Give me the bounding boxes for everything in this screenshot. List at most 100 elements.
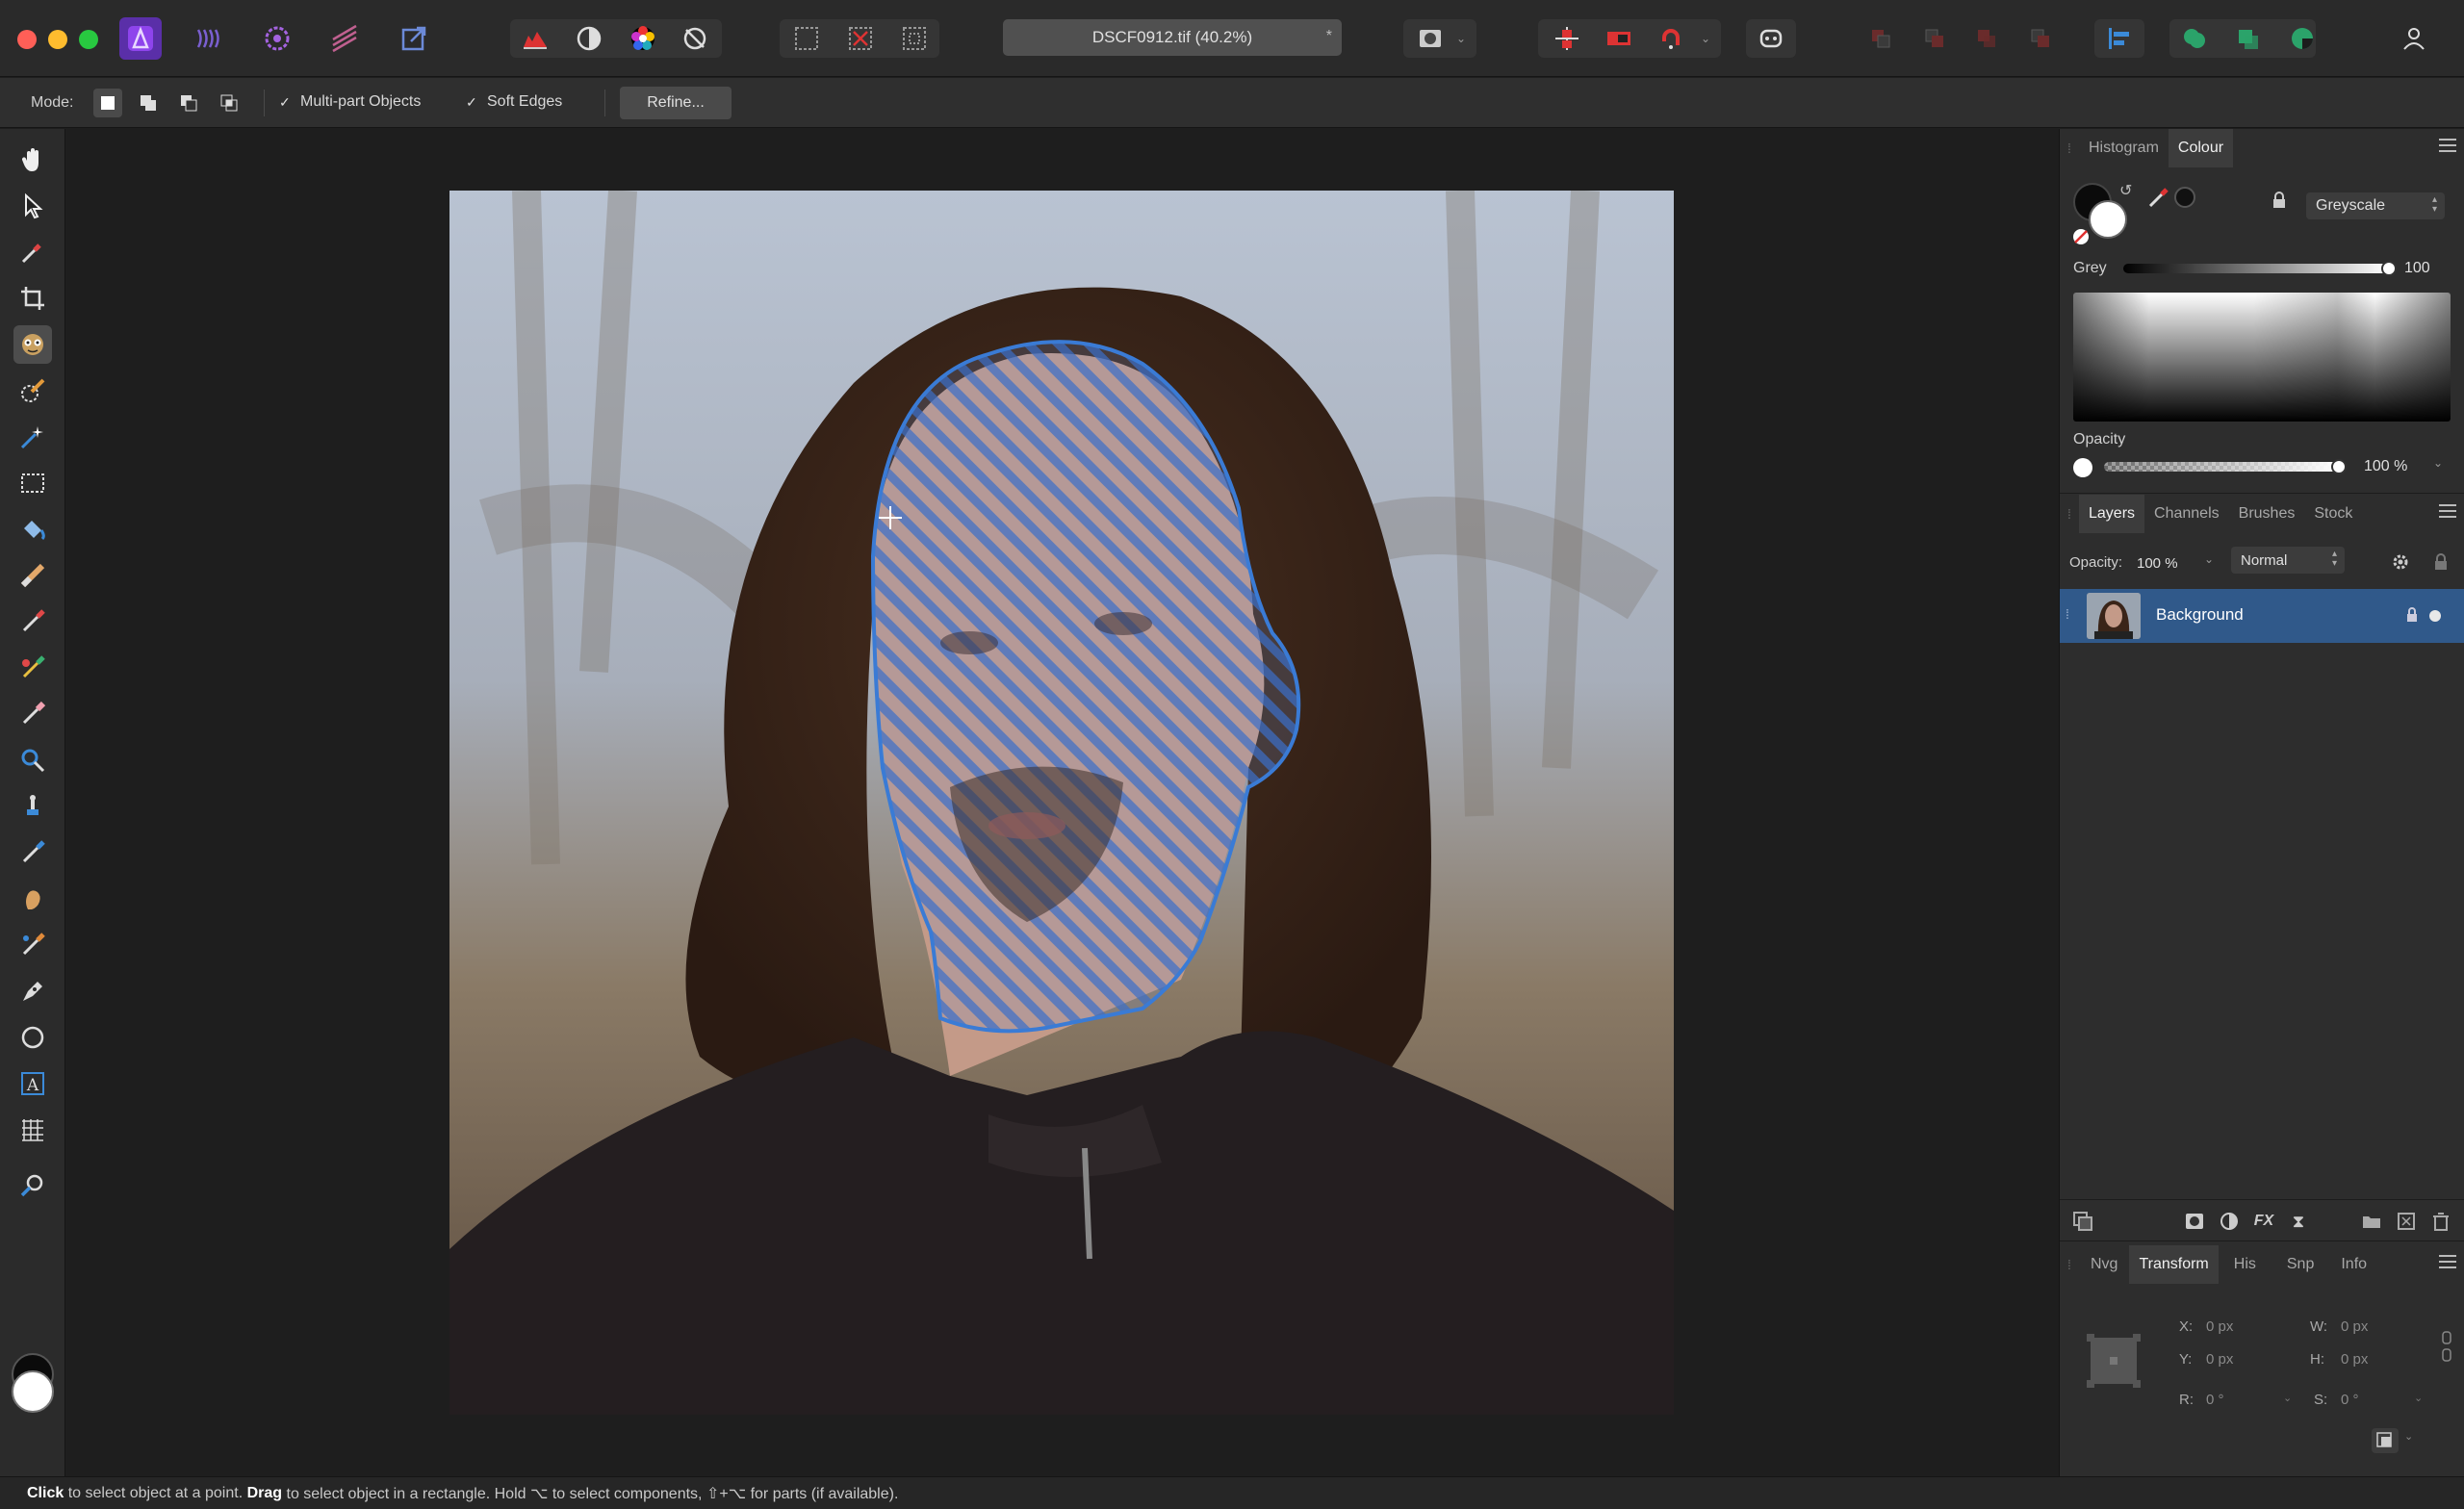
minimize-window-button[interactable] bbox=[48, 30, 67, 49]
pen-tool-icon[interactable] bbox=[13, 972, 52, 1010]
tab-navigator[interactable]: Nvg bbox=[2079, 1245, 2129, 1284]
swap-colours-icon[interactable]: ↺ bbox=[2119, 181, 2132, 200]
opacity-slider-knob[interactable] bbox=[2331, 459, 2347, 474]
layer-lock-icon[interactable] bbox=[2431, 552, 2451, 572]
artistic-text-tool-icon[interactable]: A bbox=[13, 1064, 52, 1103]
auto-white-balance-icon[interactable] bbox=[674, 17, 716, 60]
mode-new-icon[interactable] bbox=[93, 89, 122, 117]
colour-spectrum-box[interactable] bbox=[2073, 293, 2451, 422]
multipart-objects-checkbox[interactable]: ✓ Multi-part Objects bbox=[279, 93, 421, 111]
dodge-brush-tool-icon[interactable] bbox=[13, 741, 52, 780]
blend-mode-select[interactable]: Normal ▴ ▾ bbox=[2231, 547, 2345, 574]
layer-row-background[interactable]: ⁞ Background bbox=[2060, 589, 2464, 643]
zoom-tool-icon[interactable] bbox=[13, 1166, 52, 1205]
tab-stock[interactable]: Stock bbox=[2304, 495, 2362, 533]
layer-locked-icon[interactable] bbox=[2404, 606, 2420, 624]
flood-select-tool-icon[interactable] bbox=[13, 418, 52, 456]
transform-x-field[interactable]: 0 px bbox=[2206, 1318, 2233, 1335]
paint-brush-tool-icon[interactable] bbox=[13, 602, 52, 641]
rectangular-marquee-tool-icon[interactable] bbox=[13, 464, 52, 502]
erase-brush-tool-icon[interactable] bbox=[13, 695, 52, 733]
colour-picker-icon[interactable] bbox=[2146, 185, 2171, 210]
zoom-window-button[interactable] bbox=[79, 30, 98, 49]
fx-icon[interactable]: FX bbox=[2252, 1210, 2275, 1233]
transform-y-field[interactable]: 0 px bbox=[2206, 1351, 2233, 1368]
subtract-shape-icon[interactable] bbox=[2227, 17, 2270, 60]
tab-history[interactable]: His bbox=[2219, 1245, 2272, 1284]
colour-replacement-brush-icon[interactable] bbox=[13, 649, 52, 687]
move-to-front-icon[interactable] bbox=[2019, 17, 2062, 60]
layers-panel-menu-icon[interactable] bbox=[2439, 504, 2456, 520]
account-icon[interactable] bbox=[2393, 17, 2435, 60]
refine-button[interactable]: Refine... bbox=[620, 87, 732, 119]
force-pixel-alignment-icon[interactable] bbox=[1598, 17, 1640, 60]
move-to-back-icon[interactable] bbox=[1860, 17, 1902, 60]
inpainting-brush-tool-icon[interactable] bbox=[13, 926, 52, 964]
grey-value[interactable]: 100 bbox=[2404, 256, 2430, 281]
canvas-area[interactable] bbox=[66, 129, 2057, 1476]
intersect-shape-icon[interactable] bbox=[2281, 17, 2323, 60]
panel-grip-icon[interactable]: ⁞ bbox=[2060, 495, 2079, 533]
soft-edges-checkbox[interactable]: ✓ Soft Edges bbox=[466, 93, 562, 111]
transform-shear-field[interactable]: 0 ° bbox=[2341, 1392, 2359, 1408]
deselect-icon[interactable] bbox=[839, 17, 882, 60]
snapping-dropdown-icon[interactable]: ⌄ bbox=[1694, 17, 1717, 60]
liquify-persona-icon[interactable] bbox=[187, 17, 229, 60]
add-shape-icon[interactable] bbox=[2173, 17, 2216, 60]
colour-primary-well[interactable] bbox=[2089, 200, 2127, 239]
tone-mapping-persona-icon[interactable] bbox=[323, 17, 366, 60]
quick-mask-dropdown-icon[interactable]: ⌄ bbox=[1450, 17, 1473, 60]
panel-grip-icon[interactable]: ⁞ bbox=[2060, 129, 2079, 167]
object-selection-tool-icon[interactable] bbox=[13, 325, 52, 364]
auto-colours-icon[interactable] bbox=[622, 17, 664, 60]
mode-add-icon[interactable] bbox=[134, 89, 163, 117]
export-persona-icon[interactable] bbox=[393, 17, 435, 60]
photo-persona-icon[interactable] bbox=[119, 17, 162, 60]
tab-brushes[interactable]: Brushes bbox=[2229, 495, 2305, 533]
tab-transform[interactable]: Transform bbox=[2129, 1245, 2219, 1284]
view-tool-hand-icon[interactable] bbox=[13, 141, 52, 179]
grey-slider-knob[interactable] bbox=[2381, 261, 2397, 276]
layer-visibility-icon[interactable] bbox=[2429, 610, 2441, 622]
tab-snapshots[interactable]: Snp bbox=[2272, 1245, 2329, 1284]
primary-colour-swatch[interactable] bbox=[12, 1370, 54, 1413]
opacity-dropdown-icon[interactable]: ⌄ bbox=[2433, 456, 2443, 470]
transform-origin-button[interactable] bbox=[2372, 1428, 2399, 1453]
picked-colour-swatch[interactable] bbox=[2174, 187, 2195, 208]
flood-fill-tool-icon[interactable] bbox=[13, 510, 52, 549]
mode-subtract-icon[interactable] bbox=[174, 89, 203, 117]
delete-layer-trash-icon[interactable] bbox=[2429, 1210, 2452, 1233]
close-window-button[interactable] bbox=[17, 30, 37, 49]
invert-selection-icon[interactable] bbox=[893, 17, 936, 60]
opacity-slider[interactable] bbox=[2104, 462, 2339, 472]
move-tool-arrow-icon[interactable] bbox=[13, 187, 52, 225]
colour-picker-tool-icon[interactable] bbox=[13, 233, 52, 271]
auto-contrast-icon[interactable] bbox=[568, 17, 610, 60]
mode-intersect-icon[interactable] bbox=[215, 89, 244, 117]
aspect-lock-icon[interactable] bbox=[2441, 1330, 2452, 1363]
anchor-selector-icon[interactable] bbox=[2085, 1332, 2143, 1390]
transform-h-field[interactable]: 0 px bbox=[2341, 1351, 2368, 1368]
tab-info[interactable]: Info bbox=[2329, 1245, 2378, 1284]
add-pixel-layer-icon[interactable] bbox=[2395, 1210, 2418, 1233]
alignment-icon[interactable] bbox=[2098, 17, 2141, 60]
selection-brush-tool-icon[interactable] bbox=[13, 371, 52, 410]
shear-dropdown-icon[interactable]: ⌄ bbox=[2414, 1392, 2423, 1404]
layer-opacity-value[interactable]: 100 % bbox=[2137, 550, 2178, 575]
add-group-icon[interactable] bbox=[2360, 1210, 2383, 1233]
snapping-icon[interactable] bbox=[1546, 17, 1588, 60]
no-fill-icon[interactable] bbox=[2073, 229, 2089, 244]
adjustment-layer-icon[interactable] bbox=[2218, 1210, 2241, 1233]
tab-colour[interactable]: Colour bbox=[2168, 129, 2234, 167]
transform-w-field[interactable]: 0 px bbox=[2341, 1318, 2368, 1335]
tab-histogram[interactable]: Histogram bbox=[2079, 129, 2169, 167]
colour-panel-menu-icon[interactable] bbox=[2439, 139, 2456, 154]
develop-persona-icon[interactable] bbox=[256, 17, 298, 60]
ellipse-tool-icon[interactable] bbox=[13, 1018, 52, 1057]
layer-stack-icon[interactable] bbox=[2071, 1210, 2094, 1233]
rotation-dropdown-icon[interactable]: ⌄ bbox=[2283, 1392, 2292, 1404]
grey-slider[interactable] bbox=[2123, 264, 2389, 273]
transform-rotation-field[interactable]: 0 ° bbox=[2206, 1392, 2224, 1408]
move-forward-one-icon[interactable] bbox=[1965, 17, 2008, 60]
blur-brush-tool-icon[interactable] bbox=[13, 833, 52, 872]
